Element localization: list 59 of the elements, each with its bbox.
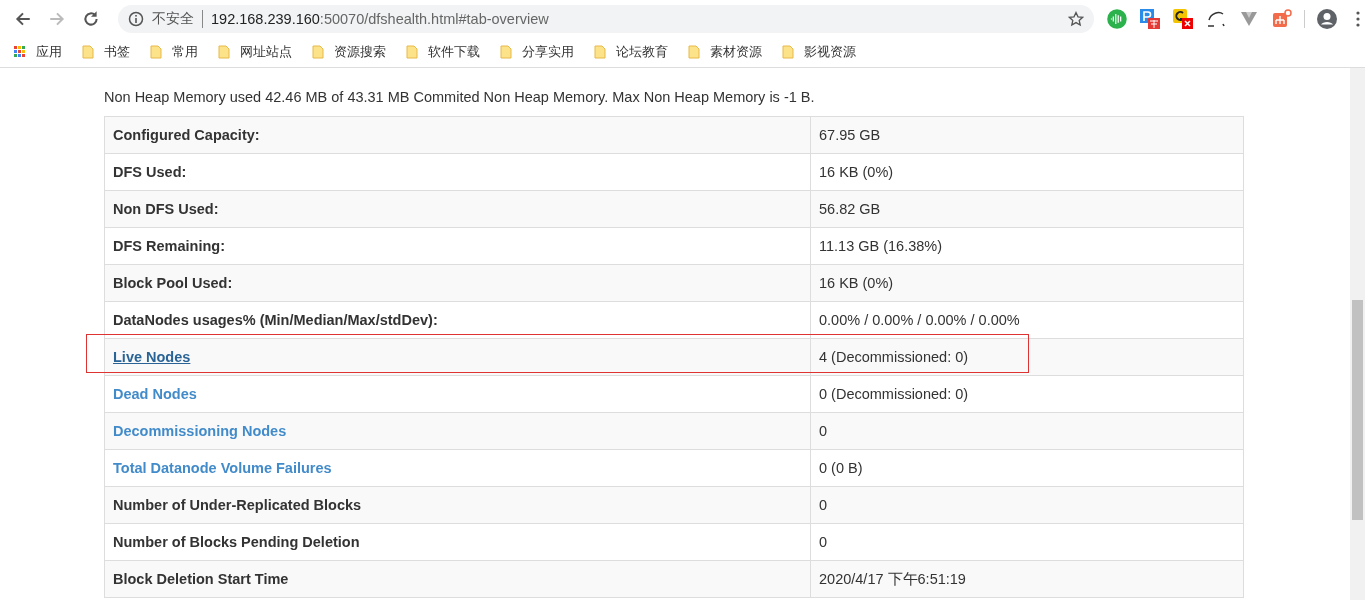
g-extension-icon[interactable] bbox=[1172, 7, 1194, 30]
waveform-extension-icon[interactable] bbox=[1106, 7, 1128, 30]
table-cell: 67.95 GB bbox=[810, 116, 1244, 154]
table-cell: 0 bbox=[810, 486, 1244, 524]
folder-icon bbox=[218, 45, 230, 59]
row-label: DFS Remaining: bbox=[113, 238, 225, 254]
apps-icon bbox=[14, 45, 26, 59]
row-label: DataNodes usages% (Min/Median/Max/stdDev): bbox=[113, 312, 438, 328]
bookmark-item[interactable]: 论坛教育 bbox=[594, 43, 674, 61]
row-label: Number of Blocks Pending Deletion bbox=[113, 534, 360, 550]
row-label: DFS Used: bbox=[113, 164, 187, 180]
table-cell: 16 KB (0%) bbox=[810, 264, 1244, 302]
row-label: Non DFS Used: bbox=[113, 201, 219, 217]
star-icon[interactable] bbox=[1068, 10, 1084, 27]
bookmark-item[interactable]: 软件下载 bbox=[406, 43, 486, 61]
bookmark-item[interactable]: 资源搜索 bbox=[312, 43, 392, 61]
folder-icon bbox=[688, 45, 700, 59]
row-label: Number of Under-Replicated Blocks bbox=[113, 497, 362, 513]
table-cell: 0 bbox=[810, 412, 1244, 450]
bookmark-item[interactable]: 影视资源 bbox=[782, 43, 862, 61]
menu-icon[interactable] bbox=[1355, 9, 1361, 28]
bookmark-item[interactable]: 应用 bbox=[14, 43, 68, 61]
folder-icon bbox=[406, 45, 418, 59]
table-cell: 0 (0 B) bbox=[810, 449, 1244, 487]
info-icon[interactable] bbox=[128, 10, 144, 27]
folder-icon bbox=[782, 45, 794, 59]
network-extension-icon[interactable] bbox=[1271, 7, 1293, 30]
table-cell: 0 bbox=[810, 523, 1244, 561]
nodes-link[interactable]: Dead Nodes bbox=[113, 386, 197, 402]
url-text: 192.168.239.160:50070/dfshealth.html#tab-overview bbox=[211, 10, 550, 27]
bookmark-item[interactable]: 书签 bbox=[82, 43, 136, 61]
bookmark-item[interactable]: 分享实用 bbox=[500, 43, 580, 61]
folder-icon bbox=[82, 45, 94, 59]
memory-text: Non Heap Memory used 42.46 MB of 43.31 MB Commited Non Heap Memory. Max Non Heap Memory is -1 B. bbox=[104, 88, 816, 107]
nodes-link[interactable]: Live Nodes bbox=[113, 349, 191, 365]
table-cell: 0 (Decommissioned: 0) bbox=[810, 375, 1244, 413]
table-cell: 11.13 GB (16.38%) bbox=[810, 227, 1244, 265]
table-cell: 2020/4/17 下午6:51:19 bbox=[810, 560, 1244, 598]
table-cell: 4 (Decommissioned: 0) bbox=[810, 338, 1244, 376]
row-label: Configured Capacity: bbox=[113, 127, 260, 143]
nodes-link[interactable]: Total Datanode Volume Failures bbox=[113, 460, 332, 476]
bookmark-item[interactable]: 常用 bbox=[150, 43, 204, 61]
table-cell: 16 KB (0%) bbox=[810, 153, 1244, 191]
folder-icon bbox=[594, 45, 606, 59]
bookmark-item[interactable]: 素材资源 bbox=[688, 43, 768, 61]
folder-icon bbox=[500, 45, 512, 59]
address-bar[interactable]: 不安全 192.168.239.160:50070/dfshealth.html#tab-overview bbox=[118, 4, 1094, 33]
reload-icon[interactable] bbox=[82, 9, 100, 28]
scrollbar-thumb[interactable] bbox=[1352, 300, 1363, 520]
row-label: Block Deletion Start Time bbox=[113, 571, 289, 587]
p-extension-icon[interactable] bbox=[1139, 7, 1161, 30]
table-cell: 0.00% / 0.00% / 0.00% / 0.00% bbox=[810, 301, 1244, 339]
profile-icon[interactable] bbox=[1316, 7, 1338, 30]
security-label: 不安全 bbox=[152, 9, 194, 28]
row-label: Block Pool Used: bbox=[113, 275, 233, 291]
table-cell: 56.82 GB bbox=[810, 190, 1244, 228]
folder-icon bbox=[312, 45, 324, 59]
bookmark-item[interactable]: 网址站点 bbox=[218, 43, 298, 61]
folder-icon bbox=[150, 45, 162, 59]
